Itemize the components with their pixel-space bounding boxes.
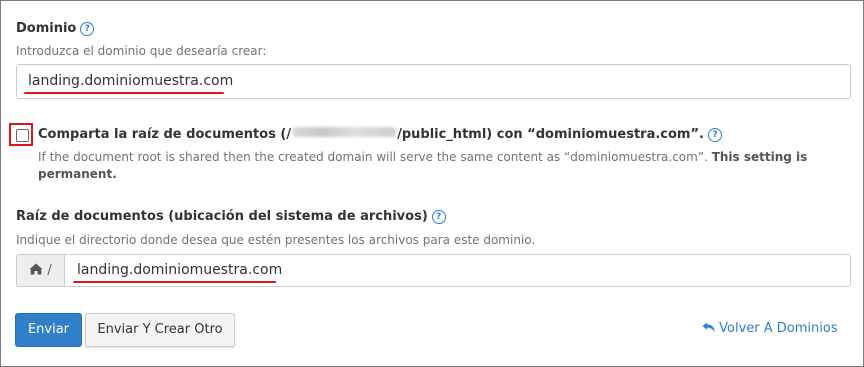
docroot-hint: Indique el directorio donde desea que es… bbox=[16, 233, 536, 247]
domain-input-value: landing.dominiomuestra.com bbox=[28, 73, 234, 89]
docroot-addon-slash: / bbox=[47, 263, 52, 278]
docroot-label: Raíz de documentos (ubicación del sistem… bbox=[16, 209, 446, 224]
undo-arrow-icon bbox=[702, 322, 715, 333]
share-root-note-bold-1: This setting is bbox=[711, 150, 808, 164]
domain-label-text: Dominio bbox=[16, 21, 77, 36]
docroot-label-text: Raíz de documentos (ubicación del sistem… bbox=[16, 209, 428, 224]
docroot-underline-annotation bbox=[73, 281, 276, 283]
home-icon bbox=[29, 263, 43, 275]
back-to-domains-link[interactable]: Volver A Dominios bbox=[702, 321, 838, 336]
submit-button[interactable]: Enviar bbox=[15, 313, 82, 347]
share-root-note-text: If the document root is shared then the … bbox=[38, 150, 708, 164]
domain-hint: Introduzca el dominio que desearía crear… bbox=[16, 44, 267, 58]
share-root-note-bold-2: permanent. bbox=[38, 167, 117, 181]
docroot-help-icon[interactable]: ? bbox=[431, 210, 446, 224]
share-root-checkbox[interactable] bbox=[16, 129, 29, 142]
share-root-label-suffix: /public_html) con “dominiomuestra.com”. bbox=[397, 127, 704, 142]
submit-and-create-another-button[interactable]: Enviar Y Crear Otro bbox=[85, 313, 235, 347]
share-root-label-prefix: Comparta la raíz de documentos (/ bbox=[38, 127, 292, 142]
docroot-addon: / bbox=[16, 254, 64, 287]
share-root-note-line2: permanent. bbox=[38, 167, 117, 181]
domain-help-icon[interactable]: ? bbox=[80, 22, 95, 36]
domain-label: Dominio? bbox=[16, 21, 95, 36]
back-to-domains-label: Volver A Dominios bbox=[719, 321, 838, 336]
domain-underline-annotation bbox=[24, 92, 224, 94]
share-root-note: If the document root is shared then the … bbox=[38, 150, 807, 164]
blurred-username bbox=[292, 127, 397, 137]
share-root-label: Comparta la raíz de documentos (/ /public… bbox=[38, 127, 722, 142]
share-root-help-icon[interactable]: ? bbox=[707, 128, 722, 142]
checkbox-highlight-annotation bbox=[9, 123, 33, 146]
docroot-input-value: landing.dominiomuestra.com bbox=[77, 262, 283, 278]
